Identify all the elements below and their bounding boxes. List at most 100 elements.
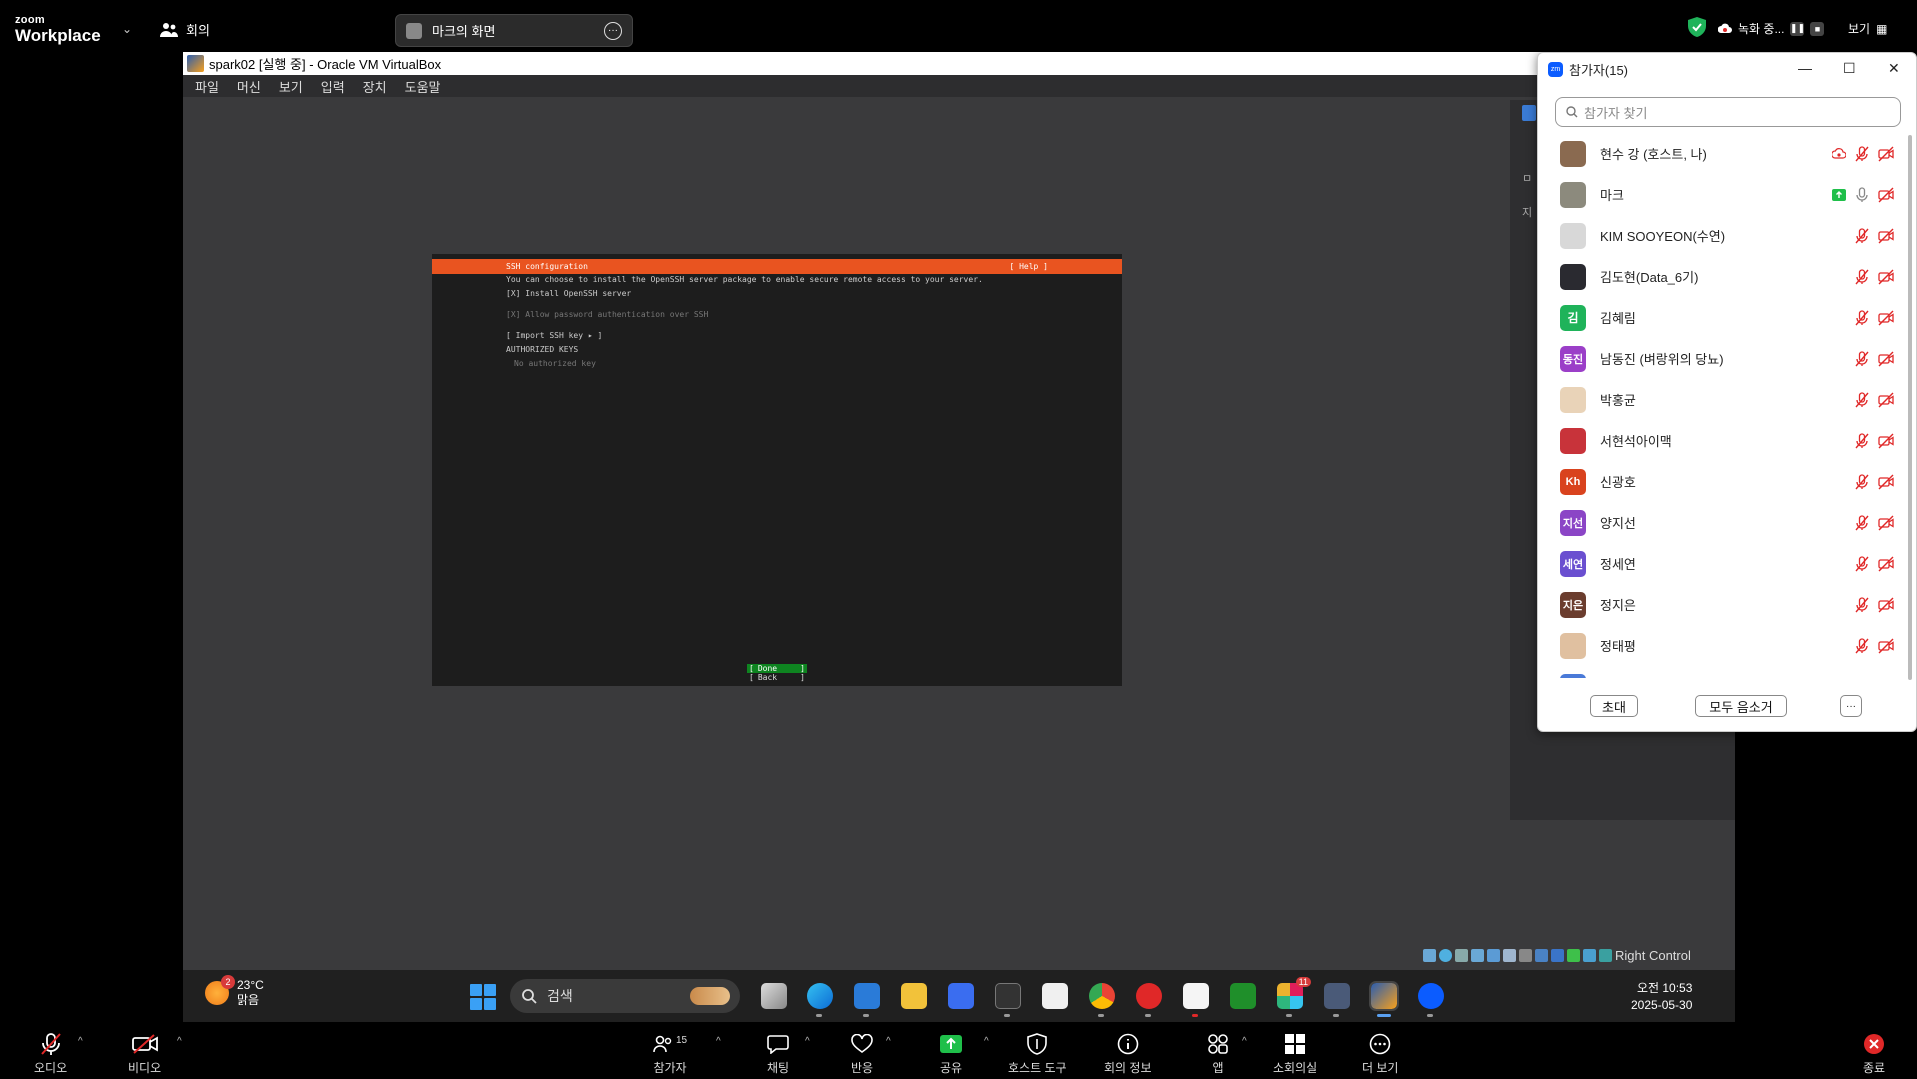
pause-icon[interactable]: ❚❚ [1790,21,1805,36]
participant-row[interactable]: 정태평 [1538,625,1910,666]
display-icon[interactable] [1519,949,1532,962]
participants-button[interactable]: 15 참가자 [648,1032,692,1076]
back-button[interactable]: [Back] [747,673,807,682]
install-openssh-checkbox[interactable]: [X] Install OpenSSH server [506,289,631,298]
menu-view[interactable]: 보기 [279,77,303,96]
terminal-icon[interactable] [995,983,1021,1009]
menu-help[interactable]: 도움말 [405,77,441,96]
search-highlight-icon [690,987,730,1005]
participant-row[interactable]: 현수 강 (호스트, 나) [1538,133,1910,174]
participant-row[interactable]: Kh 신광호 [1538,461,1910,502]
participant-scrollbar[interactable] [1908,135,1912,680]
reactions-button[interactable]: 반응 [849,1032,875,1076]
done-button[interactable]: [Done] [747,664,807,673]
network-icon[interactable] [1471,949,1484,962]
share-options-caret[interactable]: ^ [984,1036,989,1047]
participant-row[interactable]: 서현석아이맥 [1538,420,1910,461]
chevron-down-icon[interactable]: ⌄ [122,22,132,36]
participant-search-input[interactable]: 참가자 찾기 [1555,97,1901,127]
screen-icon[interactable] [1535,949,1548,962]
chrome-icon[interactable] [1089,983,1115,1009]
recording-status[interactable]: 녹화 중... ❚❚ ■ [1718,20,1825,37]
apps-options-caret[interactable]: ^ [1242,1036,1247,1047]
more-icon[interactable]: ··· [604,21,622,40]
file-explorer-icon[interactable] [901,983,927,1009]
windows-start-icon[interactable] [470,984,496,1010]
keyboard-icon[interactable] [1599,949,1612,962]
screen-share-pill[interactable]: 마크의 화면 ··· [395,14,633,47]
participant-row[interactable]: KIM SOOYEON(수연) [1538,215,1910,256]
share-button[interactable]: 공유 [938,1032,964,1076]
zoom-logo[interactable]: Workplace [15,26,101,46]
minimize-icon[interactable]: — [1798,60,1812,76]
host-tools-button[interactable]: 호스트 도구 [1008,1032,1067,1076]
zoom-app-icon[interactable] [1418,983,1444,1009]
recording-icon[interactable] [1551,949,1564,962]
chat-options-caret[interactable]: ^ [805,1036,810,1047]
weather-widget[interactable]: 2 23°C 맑음 [205,975,264,1008]
virtualbox-vm-icon[interactable] [1369,981,1399,1011]
mute-all-button[interactable]: 모두 음소거 [1695,695,1787,717]
meeting-button[interactable]: 회의 [160,20,210,39]
invite-button[interactable]: 초대 [1590,695,1638,717]
virtualbox-manager-icon[interactable] [1324,983,1350,1009]
slack-icon[interactable]: 11 [1277,977,1311,1009]
task-view-icon[interactable] [761,983,787,1009]
menu-devices[interactable]: 장치 [363,77,387,96]
close-icon[interactable]: ✕ [1888,60,1900,77]
reactions-options-caret[interactable]: ^ [886,1036,891,1047]
cpu-icon[interactable] [1567,949,1580,962]
audio-options-caret[interactable]: ^ [78,1036,83,1047]
shield-icon[interactable] [1688,17,1706,37]
edge-icon[interactable] [807,983,833,1009]
participant-row[interactable]: 지선 양지선 [1538,502,1910,543]
video-options-caret[interactable]: ^ [177,1036,182,1047]
participant-row[interactable] [1538,666,1910,678]
edit-icon[interactable] [1503,949,1516,962]
apps-button[interactable]: 앱 [1205,1032,1231,1076]
maximize-icon[interactable]: ☐ [1843,60,1856,77]
menu-machine[interactable]: 머신 [237,77,261,96]
video-button[interactable]: 비디오 [128,1032,161,1076]
chat-app-icon[interactable] [948,983,974,1009]
menu-input[interactable]: 입력 [321,77,345,96]
optical-drive-icon[interactable] [1439,949,1452,962]
participant-row[interactable]: 동진 남동진 (벼랑위의 당뇨) [1538,338,1910,379]
vm-display[interactable]: SSH configuration [ Help ] You can choos… [432,254,1122,686]
breakout-rooms-button[interactable]: 소회의실 [1273,1032,1317,1076]
shared-folder-icon[interactable] [1487,949,1500,962]
usb-icon[interactable] [1423,949,1436,962]
more-button[interactable]: 더 보기 [1362,1032,1398,1076]
vbox-titlebar[interactable]: spark02 [실행 중] - Oracle VM VirtualBox [183,52,1735,75]
help-button[interactable]: [ Help ] [1009,262,1048,271]
xbox-icon[interactable] [1230,983,1256,1009]
participant-row[interactable]: 지은 정지은 [1538,584,1910,625]
menu-file[interactable]: 파일 [195,77,219,96]
participant-row[interactable]: 박홍균 [1538,379,1910,420]
document-icon[interactable] [1183,983,1209,1009]
stop-icon[interactable]: ■ [1810,21,1825,36]
participant-row[interactable]: 세연 정세연 [1538,543,1910,584]
participant-row[interactable]: 김도현(Data_6기) [1538,256,1910,297]
import-ssh-key-button[interactable]: [ Import SSH key ▸ ] [506,331,602,340]
chat-button[interactable]: 채팅 [765,1032,791,1076]
store-icon[interactable] [1042,983,1068,1009]
meeting-info-button[interactable]: 회의 정보 [1104,1032,1152,1076]
notification-icon[interactable] [1522,105,1536,121]
settings-icon[interactable] [854,983,880,1009]
participant-row[interactable]: 마크 [1538,174,1910,215]
participants-options-caret[interactable]: ^ [716,1036,721,1047]
taskbar-search[interactable]: 검색 [510,979,740,1013]
allow-password-checkbox[interactable]: [X] Allow password authentication over S… [506,310,708,319]
audio-button[interactable]: 오디오 [34,1032,67,1076]
participants-header[interactable]: zm 참가자(15) [1538,53,1917,85]
end-meeting-button[interactable]: 종료 [1861,1032,1887,1076]
mouse-integration-icon[interactable] [1583,949,1596,962]
recorder-icon[interactable] [1136,983,1162,1009]
taskbar-clock[interactable]: 오전 10:53 2025-05-30 [1631,980,1692,1014]
breakout-grid-icon [1285,1034,1306,1054]
audio-status-icon[interactable] [1455,949,1468,962]
more-options-button[interactable]: ··· [1840,695,1862,717]
participant-row[interactable]: 김 김혜림 [1538,297,1910,338]
view-button[interactable]: 보기 ▦ [1848,20,1887,37]
